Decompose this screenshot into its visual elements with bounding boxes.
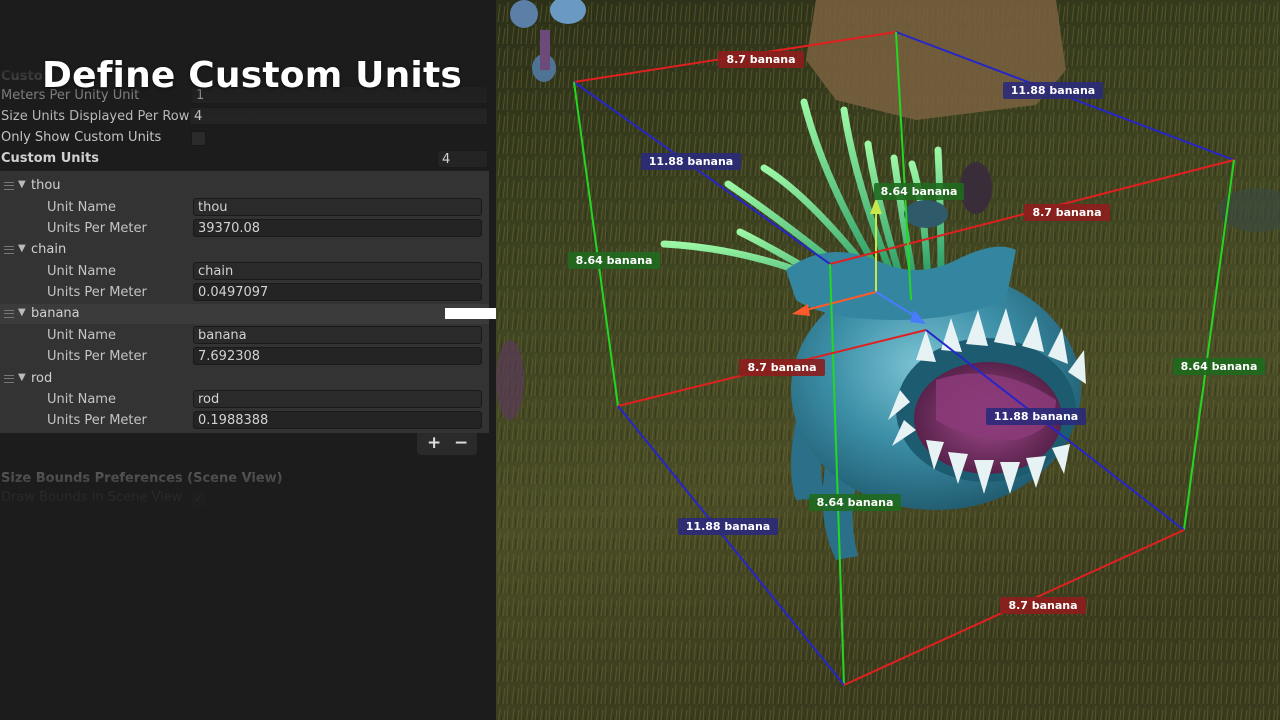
height-label: 8.64 banana <box>568 252 660 269</box>
list-item-header[interactable]: ▼ thou <box>0 176 489 196</box>
units-per-meter-label: Units Per Meter <box>47 221 147 236</box>
list-item-header[interactable]: ▼ banana <box>0 304 489 324</box>
only-show-custom-label: Only Show Custom Units <box>1 130 162 145</box>
units-per-meter-label: Units Per Meter <box>47 285 147 300</box>
background-stem <box>540 30 550 70</box>
svg-text:11.88 banana: 11.88 banana <box>686 520 770 533</box>
list-item-title: chain <box>31 242 67 257</box>
drag-handle-icon[interactable] <box>4 246 14 254</box>
list-item-title: rod <box>31 371 53 386</box>
drag-handle-icon[interactable] <box>4 310 14 318</box>
custom-units-count-field[interactable]: 4 <box>437 150 488 168</box>
list-item-title: thou <box>31 178 61 193</box>
add-item-button[interactable]: + <box>427 433 441 453</box>
svg-text:11.88 banana: 11.88 banana <box>994 410 1078 423</box>
svg-text:8.7 banana: 8.7 banana <box>747 361 816 374</box>
size-units-field[interactable]: 4 <box>189 107 488 125</box>
depth-label: 11.88 banana <box>678 518 778 535</box>
foldout-triangle-icon[interactable]: ▼ <box>18 307 26 318</box>
svg-text:8.7 banana: 8.7 banana <box>1008 599 1077 612</box>
svg-text:8.7 banana: 8.7 banana <box>726 53 795 66</box>
units-per-meter-label: Units Per Meter <box>47 349 147 364</box>
remove-item-button[interactable]: − <box>454 433 468 453</box>
draw-bounds-label: Draw Bounds In Scene View <box>1 490 183 505</box>
scene-view[interactable]: 8.7 banana 11.88 banana 11.88 banana 8.6… <box>496 0 1280 720</box>
units-per-meter-input[interactable]: 7.692308 <box>193 347 482 365</box>
list-item-title: banana <box>31 306 80 321</box>
foldout-triangle-icon[interactable]: ▼ <box>18 372 26 383</box>
foldout-triangle-icon[interactable]: ▼ <box>18 243 26 254</box>
width-label: 8.7 banana <box>1000 597 1086 614</box>
section-title: Custo <box>1 69 43 84</box>
svg-text:8.64 banana: 8.64 banana <box>576 254 653 267</box>
units-per-meter-input[interactable]: 0.1988388 <box>193 411 482 429</box>
list-item-header[interactable]: ▼ rod <box>0 369 489 389</box>
unit-name-input[interactable]: chain <box>193 262 482 280</box>
draw-bounds-checkbox[interactable]: ✓ <box>191 492 206 507</box>
units-per-meter-input[interactable]: 0.0497097 <box>193 283 482 301</box>
svg-text:8.64 banana: 8.64 banana <box>1181 360 1258 373</box>
width-label: 8.7 banana <box>739 359 825 376</box>
height-label: 8.64 banana <box>874 183 964 200</box>
unit-name-label: Unit Name <box>47 200 116 215</box>
list-item-header[interactable]: ▼ chain <box>0 240 489 260</box>
width-label: 8.7 banana <box>1024 204 1110 221</box>
unit-name-input[interactable]: rod <box>193 390 482 408</box>
background-rock <box>806 0 1066 120</box>
background-mushroom <box>510 0 538 28</box>
depth-label: 11.88 banana <box>986 408 1086 425</box>
headline-title: Define Custom Units <box>42 55 462 96</box>
inspector-panel: Custo Meters Per Unity Unit 1 Size Units… <box>0 0 496 720</box>
depth-label: 11.88 banana <box>641 153 741 170</box>
svg-text:11.88 banana: 11.88 banana <box>1011 84 1095 97</box>
size-units-label: Size Units Displayed Per Row <box>1 109 190 124</box>
background-plant <box>496 340 524 420</box>
height-label: 8.64 banana <box>809 494 901 511</box>
list-add-remove-group: + − <box>417 433 477 455</box>
scene-canvas[interactable]: 8.7 banana 11.88 banana 11.88 banana 8.6… <box>496 0 1280 720</box>
units-per-meter-label: Units Per Meter <box>47 413 147 428</box>
depth-label: 11.88 banana <box>1003 82 1103 99</box>
svg-text:8.64 banana: 8.64 banana <box>881 185 958 198</box>
drag-handle-icon[interactable] <box>4 182 14 190</box>
svg-text:11.88 banana: 11.88 banana <box>649 155 733 168</box>
unit-name-label: Unit Name <box>47 264 116 279</box>
svg-text:8.64 banana: 8.64 banana <box>817 496 894 509</box>
drag-handle-icon[interactable] <box>4 375 14 383</box>
bounds-prefs-title: Size Bounds Preferences (Scene View) <box>1 471 283 486</box>
svg-text:8.7 banana: 8.7 banana <box>1032 206 1101 219</box>
foldout-triangle-icon[interactable]: ▼ <box>18 179 26 190</box>
height-label: 8.64 banana <box>1173 358 1265 375</box>
custom-units-label: Custom Units <box>1 151 99 166</box>
units-per-meter-input[interactable]: 39370.08 <box>193 219 482 237</box>
width-label: 8.7 banana <box>718 51 804 68</box>
only-show-custom-checkbox[interactable] <box>191 131 206 146</box>
unit-name-label: Unit Name <box>47 392 116 407</box>
unit-name-input[interactable]: thou <box>193 198 482 216</box>
unit-name-label: Unit Name <box>47 328 116 343</box>
unit-name-input[interactable]: banana <box>193 326 482 344</box>
